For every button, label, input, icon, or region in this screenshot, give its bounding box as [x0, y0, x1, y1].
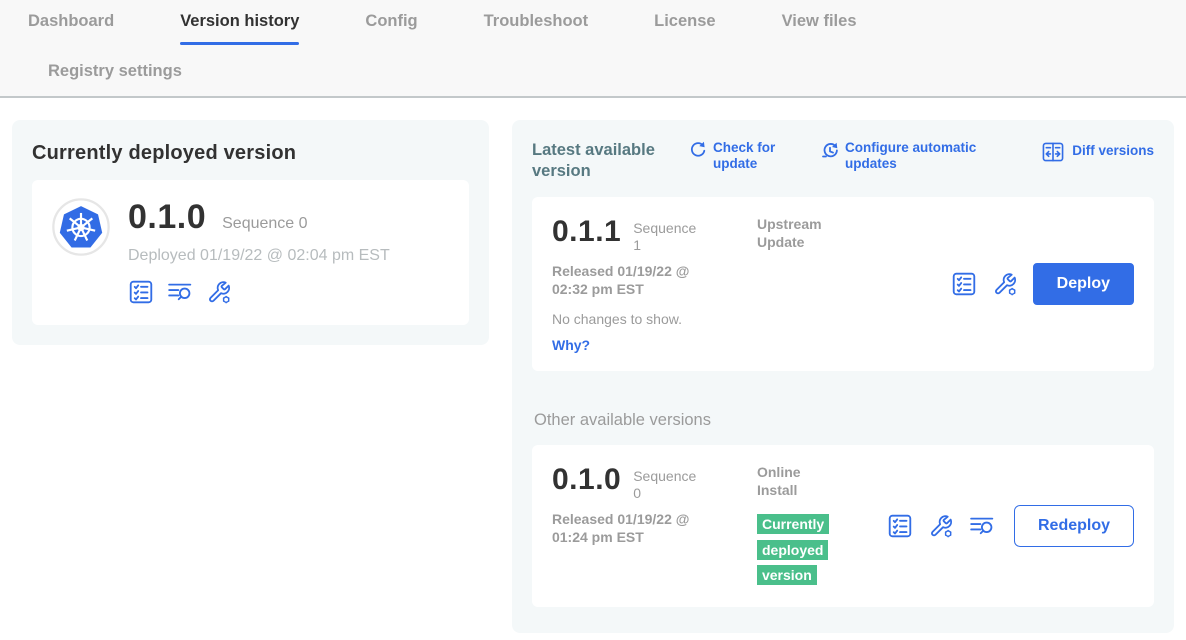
- other-version-sequence: Sequence 0: [633, 463, 705, 502]
- tab-underline: [28, 42, 114, 45]
- kubernetes-logo-icon: [52, 198, 110, 256]
- tab-troubleshoot[interactable]: Troubleshoot: [484, 12, 589, 45]
- check-for-update-label: Check for update: [713, 140, 798, 172]
- tab-label: Troubleshoot: [484, 12, 589, 30]
- tab-dashboard[interactable]: Dashboard: [28, 12, 114, 45]
- tab-underline: [782, 42, 857, 45]
- currently-deployed-badge-wrap: Currently deployed version: [757, 512, 833, 590]
- latest-version-released: Released 01/19/22 @ 02:32 pm EST: [552, 262, 722, 298]
- active-tab-underline: [180, 42, 299, 45]
- edit-config-icon[interactable]: [992, 271, 1018, 297]
- deployed-version-number: 0.1.0: [128, 198, 206, 237]
- primary-tabs: Dashboard Version history Config Trouble…: [0, 12, 1186, 45]
- refresh-icon: [688, 141, 706, 159]
- latest-version-sequence: Sequence 1: [633, 215, 705, 254]
- tab-label: License: [654, 12, 715, 30]
- check-for-update-link[interactable]: Check for update: [688, 140, 798, 172]
- view-diff-icon[interactable]: [969, 513, 995, 539]
- preflight-checks-icon[interactable]: [951, 271, 977, 297]
- top-navigation: Dashboard Version history Config Trouble…: [0, 0, 1186, 98]
- other-available-versions-title: Other available versions: [534, 411, 1154, 430]
- latest-version-source: Upstream Update: [757, 215, 837, 251]
- other-version-released: Released 01/19/22 @ 01:24 pm EST: [552, 510, 722, 546]
- deployed-version-card: 0.1.0 Sequence 0 Deployed 01/19/22 @ 02:…: [32, 180, 469, 325]
- configure-automatic-updates-link[interactable]: Configure automatic updates: [820, 140, 995, 172]
- deployed-version-info: 0.1.0 Sequence 0 Deployed 01/19/22 @ 02:…: [128, 198, 390, 305]
- currently-deployed-badge: Currently deployed version: [757, 514, 829, 586]
- other-version-info: 0.1.0 Sequence 0 Released 01/19/22 @ 01:…: [552, 463, 757, 589]
- diff-versions-link[interactable]: Diff versions: [1041, 140, 1154, 163]
- tab-underline: [654, 42, 715, 45]
- tab-label: Dashboard: [28, 12, 114, 30]
- other-version-card: 0.1.0 Sequence 0 Released 01/19/22 @ 01:…: [532, 445, 1154, 607]
- tab-label: Version history: [180, 12, 299, 30]
- other-version-number: 0.1.0: [552, 463, 621, 497]
- preflight-checks-icon[interactable]: [128, 279, 154, 305]
- currently-deployed-title: Currently deployed version: [32, 142, 469, 165]
- auto-update-icon: [820, 141, 838, 159]
- view-diff-icon[interactable]: [167, 279, 193, 305]
- diff-versions-label: Diff versions: [1072, 143, 1154, 159]
- tab-underline: [365, 42, 417, 45]
- tab-license[interactable]: License: [654, 12, 715, 45]
- tab-registry-settings[interactable]: Registry settings: [48, 62, 182, 80]
- currently-deployed-panel: Currently deployed version 0.1.0 Sequenc…: [12, 120, 489, 345]
- latest-version-number: 0.1.1: [552, 215, 621, 249]
- tab-label: View files: [782, 12, 857, 30]
- configure-automatic-updates-label: Configure automatic updates: [845, 140, 995, 172]
- main-content: Currently deployed version 0.1.0 Sequenc…: [0, 98, 1186, 633]
- latest-version-actions: Deploy: [951, 263, 1134, 305]
- latest-version-info: 0.1.1 Sequence 1 Released 01/19/22 @ 02:…: [552, 215, 757, 353]
- latest-version-source-col: Upstream Update: [757, 215, 887, 353]
- other-version-source: Online Install: [757, 463, 837, 499]
- redeploy-button[interactable]: Redeploy: [1014, 505, 1134, 547]
- other-version-actions: Redeploy: [887, 505, 1134, 547]
- latest-version-card: 0.1.1 Sequence 1 Released 01/19/22 @ 02:…: [532, 197, 1154, 371]
- edit-config-icon[interactable]: [206, 279, 232, 305]
- deploy-button[interactable]: Deploy: [1033, 263, 1134, 305]
- no-changes-note: No changes to show.: [552, 311, 757, 327]
- tab-label: Config: [365, 12, 417, 30]
- edit-config-icon[interactable]: [928, 513, 954, 539]
- tab-version-history[interactable]: Version history: [180, 12, 299, 45]
- tab-underline: [484, 42, 589, 45]
- latest-available-panel: Latest available version Check for updat…: [512, 120, 1174, 633]
- latest-available-title: Latest available version: [532, 140, 674, 181]
- diff-versions-icon: [1041, 141, 1065, 163]
- other-version-source-col: Online Install Currently deployed versio…: [757, 463, 887, 589]
- preflight-checks-icon[interactable]: [887, 513, 913, 539]
- tab-config[interactable]: Config: [365, 12, 417, 45]
- why-link[interactable]: Why?: [552, 337, 757, 353]
- deployed-timestamp: Deployed 01/19/22 @ 02:04 pm EST: [128, 247, 390, 265]
- tab-view-files[interactable]: View files: [782, 12, 857, 45]
- secondary-tabs: Registry settings: [0, 45, 1186, 96]
- deployed-sequence: Sequence 0: [222, 215, 307, 233]
- latest-available-header: Latest available version Check for updat…: [532, 140, 1154, 181]
